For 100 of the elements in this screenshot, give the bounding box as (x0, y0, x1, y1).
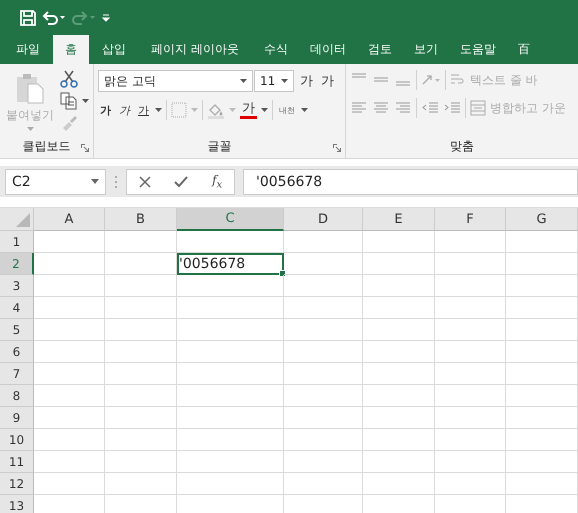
table-cell[interactable] (177, 297, 284, 319)
table-cell[interactable] (435, 297, 506, 319)
table-cell[interactable] (177, 231, 284, 253)
row-header[interactable]: 9 (0, 407, 34, 429)
ribbon-tab[interactable]: 데이터 (298, 35, 357, 64)
table-cell[interactable] (284, 341, 363, 363)
ribbon-tab[interactable]: 도움말 (448, 35, 507, 64)
table-cell[interactable] (435, 473, 506, 495)
table-cell[interactable] (34, 231, 105, 253)
column-header[interactable]: A (34, 208, 105, 231)
copy-icon[interactable] (60, 92, 78, 110)
customize-icon[interactable] (102, 14, 110, 22)
formula-input[interactable]: '0056678 (243, 168, 578, 194)
table-cell[interactable] (435, 341, 506, 363)
scissors-icon[interactable] (60, 70, 78, 88)
table-cell[interactable] (284, 363, 363, 385)
table-cell[interactable] (105, 231, 177, 253)
table-cell[interactable] (435, 253, 506, 275)
table-cell[interactable] (363, 341, 435, 363)
font-color-button[interactable]: 가 (240, 102, 257, 118)
table-cell[interactable] (284, 275, 363, 297)
table-cell[interactable] (363, 319, 435, 341)
table-cell[interactable] (435, 363, 506, 385)
table-cell[interactable] (34, 429, 105, 451)
name-box[interactable]: C2 (5, 168, 106, 194)
table-cell[interactable] (105, 319, 177, 341)
ribbon-tab[interactable]: 검토 (356, 35, 403, 64)
table-cell[interactable] (177, 275, 284, 297)
ribbon-tab[interactable]: 홈 (53, 35, 89, 64)
table-cell[interactable] (284, 473, 363, 495)
column-header[interactable]: C (177, 208, 284, 231)
table-cell[interactable] (105, 429, 177, 451)
table-cell[interactable] (435, 429, 506, 451)
table-cell[interactable] (105, 363, 177, 385)
table-cell[interactable] (435, 451, 506, 473)
table-cell[interactable] (177, 341, 284, 363)
table-cell[interactable] (34, 385, 105, 407)
table-cell[interactable] (284, 297, 363, 319)
dialog-launcher-icon[interactable] (333, 144, 341, 152)
row-header[interactable]: 5 (0, 319, 34, 341)
decrease-font-button[interactable]: 가 (319, 72, 336, 90)
table-cell[interactable] (363, 297, 435, 319)
table-cell[interactable] (435, 407, 506, 429)
ribbon-tab[interactable]: 百 (506, 35, 541, 64)
table-cell[interactable] (34, 407, 105, 429)
table-cell[interactable] (363, 253, 435, 275)
column-header[interactable]: G (506, 208, 578, 231)
table-cell[interactable] (506, 231, 578, 253)
table-cell[interactable] (506, 429, 578, 451)
ribbon-tab[interactable]: 수식 (252, 35, 299, 64)
table-cell[interactable] (506, 407, 578, 429)
table-cell[interactable] (435, 231, 506, 253)
ribbon-tab[interactable]: 파일 (5, 35, 51, 64)
row-header[interactable]: 7 (0, 363, 34, 385)
font-size-dropdown[interactable]: 11 (254, 70, 294, 92)
table-cell[interactable] (105, 473, 177, 495)
border-icon[interactable] (171, 102, 187, 118)
table-cell[interactable] (506, 253, 578, 275)
save-icon[interactable] (20, 10, 36, 26)
table-cell[interactable] (506, 451, 578, 473)
table-cell[interactable]: '0056678 (177, 253, 284, 275)
table-cell[interactable] (105, 385, 177, 407)
table-cell[interactable] (177, 407, 284, 429)
undo-icon[interactable] (42, 10, 66, 26)
bold-button[interactable]: 가 (98, 102, 113, 118)
column-header[interactable]: E (363, 208, 435, 231)
row-header[interactable]: 12 (0, 473, 34, 495)
table-cell[interactable] (506, 363, 578, 385)
table-cell[interactable] (284, 231, 363, 253)
ribbon-tab[interactable]: 페이지 레이아웃 (137, 35, 253, 64)
table-cell[interactable] (284, 385, 363, 407)
table-cell[interactable] (34, 473, 105, 495)
table-cell[interactable] (363, 429, 435, 451)
table-cell[interactable] (506, 297, 578, 319)
table-cell[interactable] (105, 341, 177, 363)
table-cell[interactable] (506, 275, 578, 297)
table-cell[interactable] (34, 451, 105, 473)
row-header[interactable]: 6 (0, 341, 34, 363)
row-header[interactable]: 8 (0, 385, 34, 407)
table-cell[interactable] (105, 407, 177, 429)
table-cell[interactable] (177, 429, 284, 451)
row-header[interactable]: 4 (0, 297, 34, 319)
table-cell[interactable] (177, 385, 284, 407)
table-cell[interactable] (177, 319, 284, 341)
row-header[interactable]: 13 (0, 495, 34, 513)
table-cell[interactable] (506, 319, 578, 341)
italic-button[interactable]: 가 (117, 102, 132, 118)
row-header[interactable]: 3 (0, 275, 34, 297)
table-cell[interactable] (105, 297, 177, 319)
table-cell[interactable] (506, 341, 578, 363)
table-cell[interactable] (363, 231, 435, 253)
row-header[interactable]: 1 (0, 231, 34, 253)
dialog-launcher-icon[interactable] (81, 144, 89, 152)
table-cell[interactable] (34, 363, 105, 385)
table-cell[interactable] (177, 473, 284, 495)
column-header[interactable]: D (284, 208, 363, 231)
table-cell[interactable] (284, 253, 363, 275)
table-cell[interactable] (363, 363, 435, 385)
select-all-button[interactable] (0, 208, 34, 231)
table-cell[interactable] (105, 451, 177, 473)
